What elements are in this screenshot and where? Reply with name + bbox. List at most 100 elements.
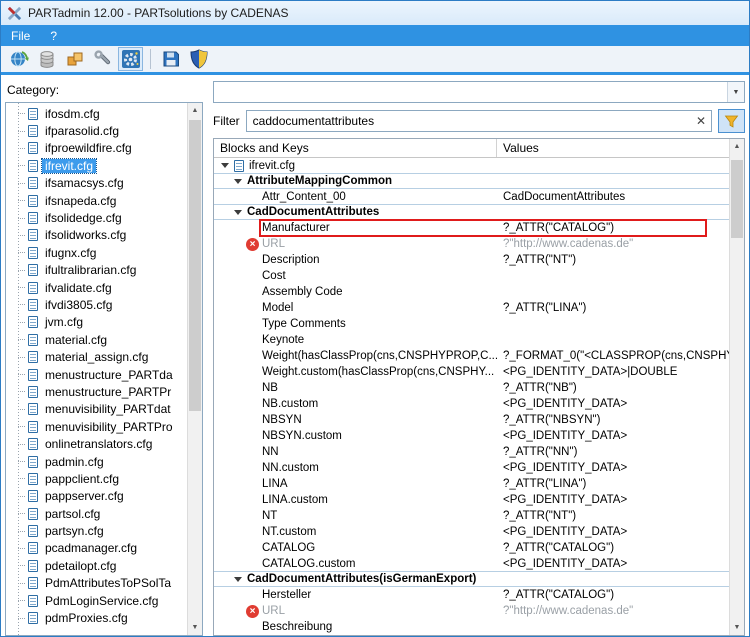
tree-item[interactable]: ifsnapeda.cfg — [6, 192, 187, 209]
chevron-down-icon[interactable] — [234, 210, 242, 215]
section-combobox[interactable]: ▼ — [213, 81, 745, 103]
tree-item[interactable]: onlinetranslators.cfg — [6, 435, 187, 452]
tree-item[interactable]: ifrevit.cfg — [6, 157, 187, 174]
column-header-blocks-and-keys[interactable]: Blocks and Keys — [214, 139, 497, 157]
table-scrollbar[interactable]: ▲ ▼ — [729, 139, 744, 635]
tree-scrollbar-track[interactable] — [188, 118, 202, 620]
tree-item[interactable]: menustructure_PARTPr — [6, 383, 187, 400]
table-key-row[interactable]: Model?_ATTR("LINA") — [214, 300, 729, 316]
table-key-row[interactable]: NBSYN?_ATTR("NBSYN") — [214, 412, 729, 428]
table-key-row[interactable]: Hersteller?_ATTR("CATALOG") — [214, 587, 729, 603]
menu-help[interactable]: ? — [40, 25, 67, 46]
tree-connector-line — [18, 426, 25, 427]
table-key-row[interactable]: Weight(hasClassProp(cns,CNSPHYPROP,C...?… — [214, 348, 729, 364]
tree-item[interactable]: menuvisibility_PARTPro — [6, 418, 187, 435]
database-button[interactable] — [34, 47, 59, 71]
tools-button[interactable] — [90, 47, 115, 71]
table-key-row[interactable]: CATALOG.custom<PG_IDENTITY_DATA> — [214, 556, 729, 572]
chevron-down-icon[interactable]: ▼ — [727, 82, 744, 102]
tree-item[interactable]: ifsolidedge.cfg — [6, 209, 187, 226]
tree-item[interactable]: PdmLoginService.cfg — [6, 592, 187, 609]
tree-item[interactable]: ifproewildfire.cfg — [6, 140, 187, 157]
tree-item[interactable]: ifsamacsys.cfg — [6, 175, 187, 192]
scroll-up-icon[interactable]: ▲ — [730, 139, 744, 154]
table-key-row[interactable]: NB.custom<PG_IDENTITY_DATA> — [214, 396, 729, 412]
tree-item[interactable]: ifultralibrarian.cfg — [6, 262, 187, 279]
chevron-down-icon[interactable] — [234, 179, 242, 184]
table-block-row[interactable]: AttributeMappingCommon — [214, 173, 729, 189]
config-file-icon — [28, 108, 38, 120]
menu-file[interactable]: File — [1, 25, 40, 46]
tree-item[interactable]: ifvdi3805.cfg — [6, 296, 187, 313]
column-header-values[interactable]: Values — [497, 139, 729, 157]
tree-item[interactable]: partsol.cfg — [6, 505, 187, 522]
table-key-row[interactable]: CATALOG?_ATTR("CATALOG") — [214, 540, 729, 556]
key-label: NT.custom — [262, 526, 316, 538]
tree-item[interactable]: ifparasolid.cfg — [6, 122, 187, 139]
key-label: NBSYN — [262, 414, 302, 426]
table-key-row[interactable]: NN.custom<PG_IDENTITY_DATA> — [214, 460, 729, 476]
tree-item[interactable]: ifvalidate.cfg — [6, 279, 187, 296]
tree-item[interactable]: pappserver.cfg — [6, 488, 187, 505]
table-scrollbar-thumb[interactable] — [731, 160, 743, 238]
tree-item[interactable]: ifsolidworks.cfg — [6, 227, 187, 244]
table-block-row[interactable]: ifrevit.cfg — [214, 158, 729, 174]
value-cell: ?_ATTR("CATALOG") — [497, 589, 729, 601]
tree-scrollbar-thumb[interactable] — [189, 120, 201, 411]
table-key-row[interactable]: ×URL?"http://www.cadenas.de" — [214, 236, 729, 252]
chevron-down-icon[interactable] — [234, 577, 242, 582]
table-key-row[interactable]: LINA?_ATTR("LINA") — [214, 476, 729, 492]
chevron-down-icon[interactable] — [221, 163, 229, 168]
admin-button[interactable] — [186, 47, 211, 71]
scroll-down-icon[interactable]: ▼ — [188, 620, 202, 635]
table-key-row[interactable]: ×URL?"http://www.cadenas.de" — [214, 603, 729, 619]
table-block-row[interactable]: CadDocumentAttributes — [214, 204, 729, 220]
tree-item[interactable]: jvm.cfg — [6, 314, 187, 331]
update-button[interactable] — [6, 47, 31, 71]
table-key-row[interactable]: Beschreibung — [214, 619, 729, 635]
tree-item[interactable]: menustructure_PARTda — [6, 366, 187, 383]
tree-item[interactable]: pdmProxies.cfg — [6, 609, 187, 626]
table-block-row[interactable]: CadDocumentAttributes(isGermanExport) — [214, 571, 729, 587]
tree-item[interactable]: pdetailopt.cfg — [6, 557, 187, 574]
tree-scrollbar[interactable]: ▲ ▼ — [187, 103, 202, 635]
tree-item[interactable]: pappclient.cfg — [6, 470, 187, 487]
tree-item[interactable]: partsyn.cfg — [6, 522, 187, 539]
table-key-row[interactable]: Manufacturer?_ATTR("CATALOG") — [214, 220, 729, 236]
tree-item-label: ifrevit.cfg — [42, 159, 96, 173]
tree-item[interactable]: material_assign.cfg — [6, 348, 187, 365]
table-key-row[interactable]: NT?_ATTR("NT") — [214, 508, 729, 524]
packages-button[interactable] — [62, 47, 87, 71]
scroll-down-icon[interactable]: ▼ — [730, 620, 744, 635]
config-file-icon — [28, 508, 38, 520]
table-key-row[interactable]: Type Comments — [214, 316, 729, 332]
tree-item[interactable]: ifosdm.cfg — [6, 105, 187, 122]
tree-item[interactable]: pcadmanager.cfg — [6, 540, 187, 557]
key-label: Attr_Content_00 — [262, 191, 346, 203]
filter-toggle-button[interactable] — [718, 109, 745, 133]
table-key-row[interactable]: Attr_Content_00CadDocumentAttributes — [214, 189, 729, 205]
tree-item[interactable]: ifugnx.cfg — [6, 244, 187, 261]
tree-item[interactable]: menuvisibility_PARTdat — [6, 401, 187, 418]
table-key-row[interactable]: Weight.custom(hasClassProp(cns,CNSPHY...… — [214, 364, 729, 380]
table-key-row[interactable]: NT.custom<PG_IDENTITY_DATA> — [214, 524, 729, 540]
table-scrollbar-track[interactable] — [730, 154, 744, 620]
settings-button[interactable] — [118, 47, 143, 71]
table-key-row[interactable]: Description?_ATTR("NT") — [214, 252, 729, 268]
table-key-row[interactable]: NB?_ATTR("NB") — [214, 380, 729, 396]
tree-item[interactable]: material.cfg — [6, 331, 187, 348]
tree-connector-line — [18, 287, 25, 288]
table-key-row[interactable]: Assembly Code — [214, 284, 729, 300]
save-button[interactable] — [158, 47, 183, 71]
table-key-row[interactable]: NBSYN.custom<PG_IDENTITY_DATA> — [214, 428, 729, 444]
combobox-input[interactable] — [214, 82, 727, 102]
table-key-row[interactable]: Cost — [214, 268, 729, 284]
tree-item[interactable]: padmin.cfg — [6, 453, 187, 470]
table-key-row[interactable]: NN?_ATTR("NN") — [214, 444, 729, 460]
filter-input[interactable] — [247, 114, 691, 128]
tree-item[interactable]: PdmAttributesToPSolTa — [6, 575, 187, 592]
table-key-row[interactable]: LINA.custom<PG_IDENTITY_DATA> — [214, 492, 729, 508]
table-key-row[interactable]: Keynote — [214, 332, 729, 348]
scroll-up-icon[interactable]: ▲ — [188, 103, 202, 118]
clear-filter-icon[interactable]: ✕ — [691, 114, 711, 128]
